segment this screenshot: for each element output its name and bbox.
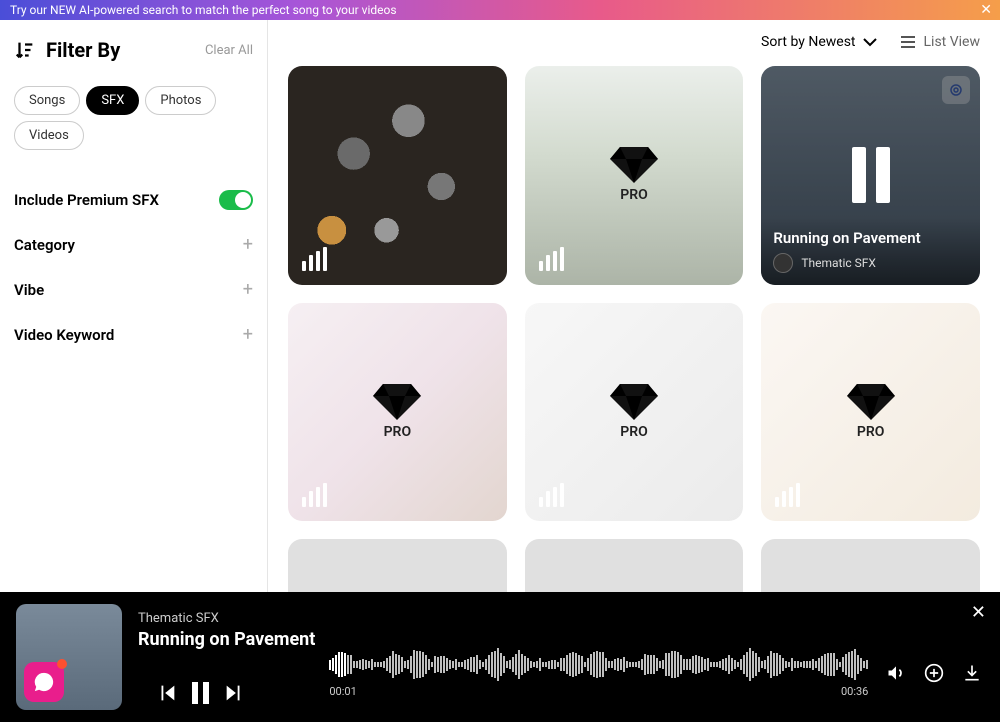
volume-icon[interactable] — [886, 663, 906, 683]
notification-dot — [57, 659, 67, 669]
sfx-card[interactable]: PRO — [525, 66, 744, 285]
pro-badge: PRO — [610, 384, 658, 440]
sfx-card[interactable] — [288, 66, 507, 285]
pause-icon[interactable] — [852, 147, 890, 203]
audio-bars-icon — [539, 483, 564, 507]
audio-bars-icon — [302, 483, 327, 507]
main-content: Sort by Newest List View PRO — [268, 20, 1000, 592]
time-total: 00:36 — [841, 685, 868, 698]
pro-badge: PRO — [847, 384, 895, 440]
sfx-card[interactable] — [288, 539, 507, 592]
player-artist: Thematic SFX — [138, 611, 315, 626]
sfx-card-playing[interactable]: Running on Pavement Thematic SFX — [761, 66, 980, 285]
tab-songs[interactable]: Songs — [14, 86, 80, 115]
prev-track-icon[interactable] — [156, 682, 178, 704]
promo-banner[interactable]: Try our NEW AI-powered search to match t… — [0, 0, 1000, 20]
card-title: Running on Pavement — [773, 229, 968, 247]
waveform[interactable] — [329, 649, 868, 681]
pro-badge: PRO — [373, 384, 421, 440]
sort-dropdown[interactable]: Sort by Newest — [761, 34, 877, 50]
premium-toggle[interactable] — [219, 190, 253, 210]
pro-badge: PRO — [610, 147, 658, 203]
download-icon[interactable] — [962, 663, 982, 683]
filter-category[interactable]: Category + — [14, 222, 253, 267]
close-icon[interactable]: ✕ — [971, 602, 986, 623]
sfx-card[interactable] — [761, 539, 980, 592]
clear-all-button[interactable]: Clear All — [205, 43, 253, 58]
diamond-icon — [373, 384, 421, 420]
card-artist: Thematic SFX — [801, 256, 876, 270]
card-info: Running on Pavement Thematic SFX — [761, 217, 980, 285]
diamond-icon — [847, 384, 895, 420]
close-icon[interactable]: ✕ — [980, 2, 992, 18]
filter-tabs: Songs SFX Photos Videos — [14, 86, 253, 150]
filter-title: Filter By — [14, 38, 120, 62]
pause-icon[interactable] — [192, 682, 209, 704]
tab-sfx[interactable]: SFX — [86, 86, 139, 115]
chat-button[interactable] — [24, 662, 64, 702]
player-artwork[interactable] — [16, 604, 122, 710]
sfx-card[interactable]: PRO — [761, 303, 980, 522]
plus-icon: + — [243, 234, 253, 255]
premium-toggle-label: Include Premium SFX — [14, 191, 159, 209]
sfx-card[interactable] — [525, 539, 744, 592]
list-icon — [900, 35, 916, 49]
next-track-icon[interactable] — [223, 682, 245, 704]
audio-bars-icon — [775, 483, 800, 507]
add-icon[interactable] — [924, 663, 944, 683]
audio-bars-icon — [539, 247, 564, 271]
premium-toggle-row: Include Premium SFX — [14, 178, 253, 222]
audio-bars-icon — [302, 247, 327, 271]
sfx-card[interactable]: PRO — [288, 303, 507, 522]
sfx-card[interactable]: PRO — [525, 303, 744, 522]
plus-icon: + — [243, 279, 253, 300]
chevron-down-icon — [862, 37, 878, 47]
filter-sidebar: Filter By Clear All Songs SFX Photos Vid… — [0, 20, 268, 592]
filter-icon — [14, 39, 36, 61]
time-current: 00:01 — [329, 685, 356, 698]
artist-avatar — [773, 253, 793, 273]
filter-vibe[interactable]: Vibe + — [14, 267, 253, 312]
list-view-button[interactable]: List View — [900, 34, 981, 50]
filter-video-keyword[interactable]: Video Keyword + — [14, 312, 253, 357]
tab-photos[interactable]: Photos — [145, 86, 216, 115]
diamond-icon — [610, 384, 658, 420]
plus-icon: + — [243, 324, 253, 345]
tab-videos[interactable]: Videos — [14, 121, 84, 150]
banner-text: Try our NEW AI-powered search to match t… — [10, 3, 397, 17]
audio-player: ✕ Thematic SFX Running on Pavement 00:01… — [0, 592, 1000, 722]
diamond-icon — [610, 147, 658, 183]
player-title: Running on Pavement — [138, 629, 315, 650]
